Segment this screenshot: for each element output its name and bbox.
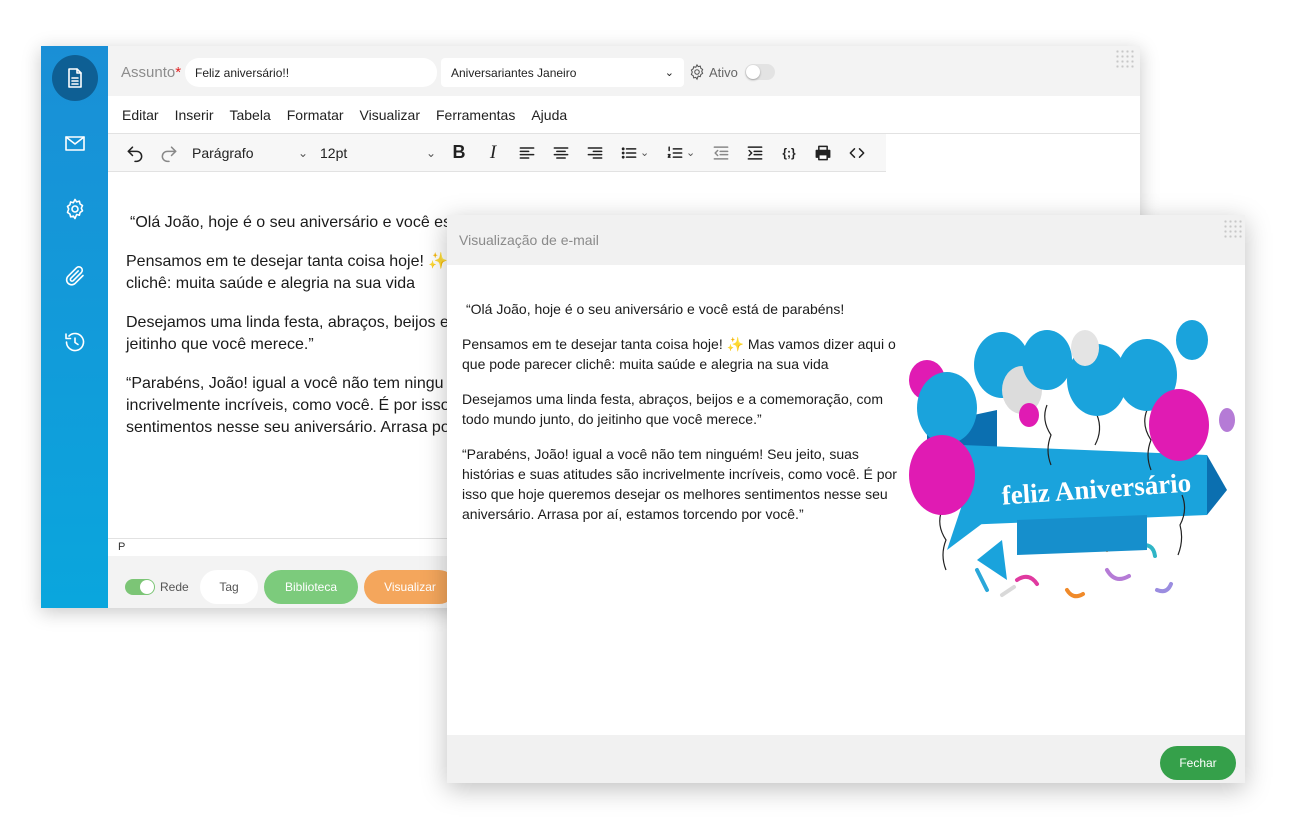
code-sample-icon[interactable]: {;}	[772, 138, 806, 168]
outdent-icon[interactable]	[704, 138, 738, 168]
chevron-down-icon: ⌄	[664, 67, 674, 79]
editor-toolbar: Parágrafo ⌄ 12pt ⌄ B I ⌄ ⌄ {;}	[108, 134, 886, 172]
align-center-icon[interactable]	[544, 138, 578, 168]
history-icon	[65, 332, 85, 352]
preview-paragraph: Pensamos em te desejar tanta coisa hoje!…	[462, 336, 896, 372]
email-preview-modal: Visualização de e-mail “Olá João, hoje é…	[447, 215, 1245, 783]
print-icon[interactable]	[806, 138, 840, 168]
menu-ferramentas[interactable]: Ferramentas	[436, 107, 515, 123]
resize-grip-icon[interactable]	[1115, 49, 1135, 69]
library-button[interactable]: Biblioteca	[264, 570, 358, 604]
block-format-select[interactable]: Parágrafo ⌄	[186, 138, 314, 168]
sidebar-item-document[interactable]	[52, 55, 98, 101]
menu-ajuda[interactable]: Ajuda	[531, 107, 567, 123]
birthday-card-image: feliz Aniversário	[909, 320, 1235, 599]
preview-paragraph: Desejamos uma linda festa, abraços, beij…	[462, 391, 883, 427]
modal-header: Visualização de e-mail	[447, 215, 1245, 265]
menu-visualizar[interactable]: Visualizar	[360, 107, 420, 123]
italic-icon[interactable]: I	[476, 138, 510, 168]
undo-icon[interactable]	[118, 138, 152, 168]
preview-paragraph: “Olá João, hoje é o seu aniversário e vo…	[466, 301, 845, 317]
font-size-select[interactable]: 12pt ⌄	[314, 138, 442, 168]
tag-button[interactable]: Tag	[200, 570, 258, 604]
network-label: Rede	[160, 580, 189, 594]
redo-icon[interactable]	[152, 138, 186, 168]
font-size-value: 12pt	[320, 144, 348, 161]
recipient-list-value: Aniversariantes Janeiro	[451, 65, 577, 80]
active-label: Ativo	[709, 65, 738, 80]
align-right-icon[interactable]	[578, 138, 612, 168]
source-code-icon[interactable]	[840, 138, 874, 168]
sidebar-item-settings[interactable]	[52, 186, 98, 232]
menu-formatar[interactable]: Formatar	[287, 107, 344, 123]
subject-input[interactable]	[185, 58, 437, 87]
chevron-down-icon[interactable]: ⌄	[640, 146, 654, 159]
gear-icon	[66, 198, 84, 220]
sidebar-item-history[interactable]	[52, 319, 98, 365]
active-toggle[interactable]	[745, 64, 775, 80]
menu-editar[interactable]: Editar	[122, 107, 159, 123]
bold-icon[interactable]: B	[442, 138, 476, 168]
preview-button[interactable]: Visualizar	[364, 570, 456, 604]
chevron-down-icon: ⌄	[297, 145, 308, 160]
resize-grip-icon[interactable]	[1223, 219, 1243, 239]
paperclip-icon	[65, 266, 84, 286]
editor-menubar: Editar Inserir Tabela Formatar Visualiza…	[108, 96, 1140, 134]
network-toggle[interactable]	[125, 579, 155, 595]
block-format-value: Parágrafo	[192, 144, 254, 161]
modal-title: Visualização de e-mail	[459, 232, 599, 248]
chevron-down-icon: ⌄	[425, 145, 436, 160]
subject-label: Assunto*	[121, 64, 182, 81]
document-icon	[68, 68, 82, 88]
align-left-icon[interactable]	[510, 138, 544, 168]
sidebar-item-email[interactable]	[52, 120, 98, 166]
menu-inserir[interactable]: Inserir	[175, 107, 214, 123]
envelope-icon	[65, 136, 85, 151]
preview-paragraph: “Parabéns, João! igual a você não tem ni…	[462, 446, 897, 522]
sidebar-item-attachments[interactable]	[52, 253, 98, 299]
menu-tabela[interactable]: Tabela	[229, 107, 270, 123]
recipient-list-select[interactable]: Aniversariantes Janeiro ⌄	[441, 58, 684, 87]
indent-icon[interactable]	[738, 138, 772, 168]
settings-gear-icon[interactable]	[688, 63, 706, 81]
subject-bar: Assunto* Aniversariantes Janeiro ⌄ Ativo	[108, 46, 1140, 96]
chevron-down-icon[interactable]: ⌄	[686, 146, 700, 159]
modal-footer: Fechar	[447, 735, 1245, 783]
preview-content: “Olá João, hoje é o seu aniversário e vo…	[462, 299, 907, 539]
close-button[interactable]: Fechar	[1160, 746, 1236, 780]
sidebar	[41, 46, 108, 608]
